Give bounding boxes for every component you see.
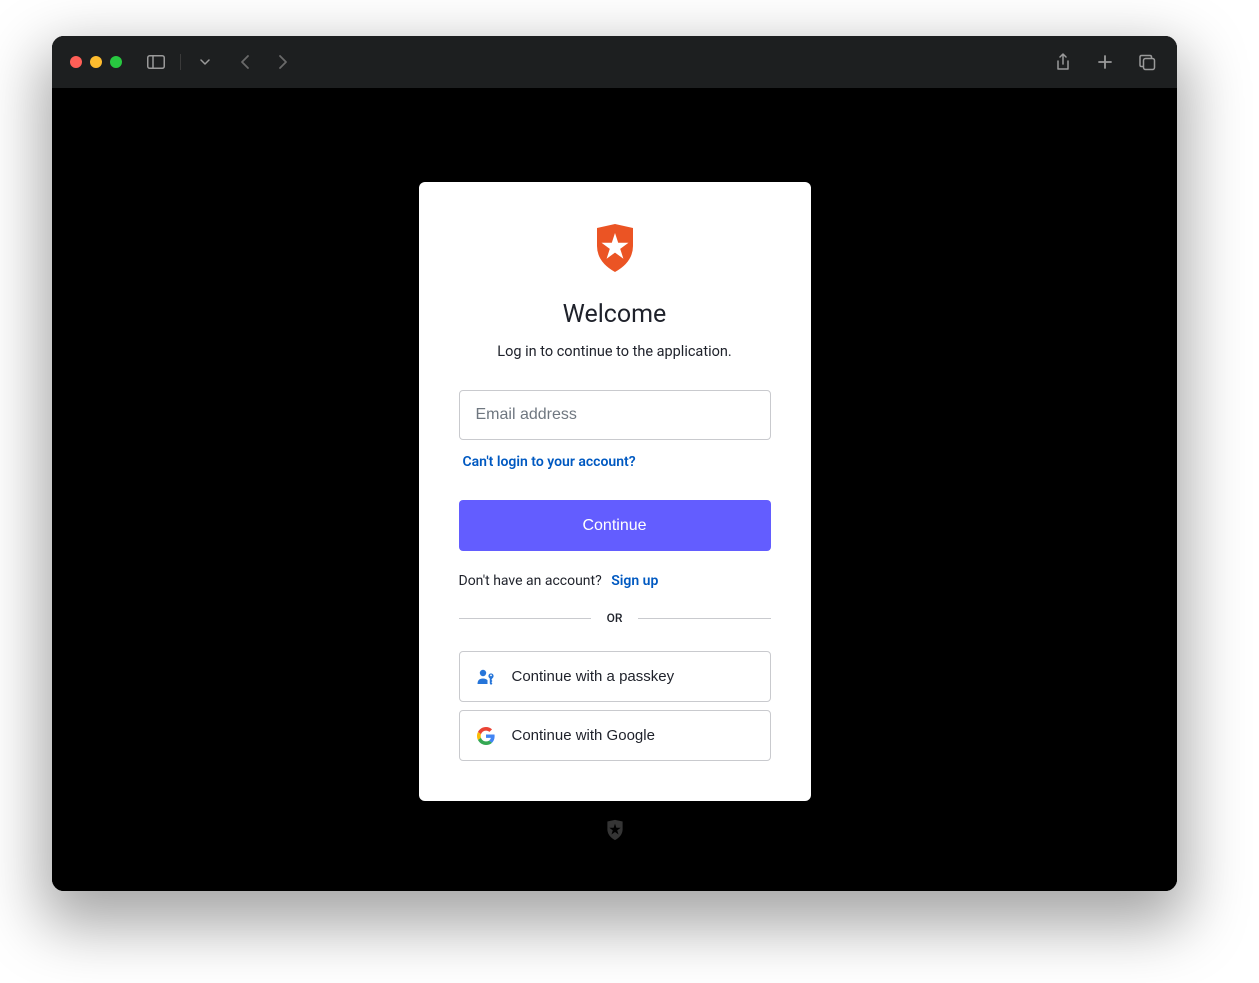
auth0-footer-badge-icon <box>605 819 625 845</box>
minimize-window-button[interactable] <box>90 56 102 68</box>
close-window-button[interactable] <box>70 56 82 68</box>
divider-label: OR <box>607 611 623 625</box>
google-button-label: Continue with Google <box>512 727 655 744</box>
window-controls <box>70 56 122 68</box>
continue-button[interactable]: Continue <box>459 500 771 551</box>
signup-prompt-row: Don't have an account? Sign up <box>459 573 659 589</box>
browser-window: Welcome Log in to continue to the applic… <box>52 36 1177 891</box>
signup-link[interactable]: Sign up <box>611 573 658 589</box>
cant-login-link[interactable]: Can't login to your account? <box>463 454 636 470</box>
email-field[interactable] <box>459 390 771 440</box>
passkey-icon <box>476 667 496 687</box>
login-subtitle: Log in to continue to the application. <box>497 343 731 360</box>
continue-passkey-button[interactable]: Continue with a passkey <box>459 651 771 702</box>
auth0-logo-icon <box>592 222 638 278</box>
tabs-overview-icon[interactable] <box>1135 50 1159 74</box>
share-icon[interactable] <box>1051 50 1075 74</box>
google-icon <box>476 726 496 746</box>
maximize-window-button[interactable] <box>110 56 122 68</box>
sidebar-toggle-icon[interactable] <box>144 50 168 74</box>
passkey-button-label: Continue with a passkey <box>512 668 675 685</box>
page-content: Welcome Log in to continue to the applic… <box>52 88 1177 891</box>
divider: OR <box>459 611 771 625</box>
login-title: Welcome <box>563 300 667 329</box>
chevron-down-icon[interactable] <box>193 50 217 74</box>
divider-line <box>638 618 770 619</box>
signup-prompt-text: Don't have an account? <box>459 573 602 589</box>
divider-line <box>459 618 591 619</box>
toolbar-divider <box>180 54 181 70</box>
new-tab-icon[interactable] <box>1093 50 1117 74</box>
login-card: Welcome Log in to continue to the applic… <box>419 182 811 801</box>
forward-button[interactable] <box>271 50 295 74</box>
titlebar <box>52 36 1177 88</box>
continue-google-button[interactable]: Continue with Google <box>459 710 771 761</box>
back-button[interactable] <box>233 50 257 74</box>
